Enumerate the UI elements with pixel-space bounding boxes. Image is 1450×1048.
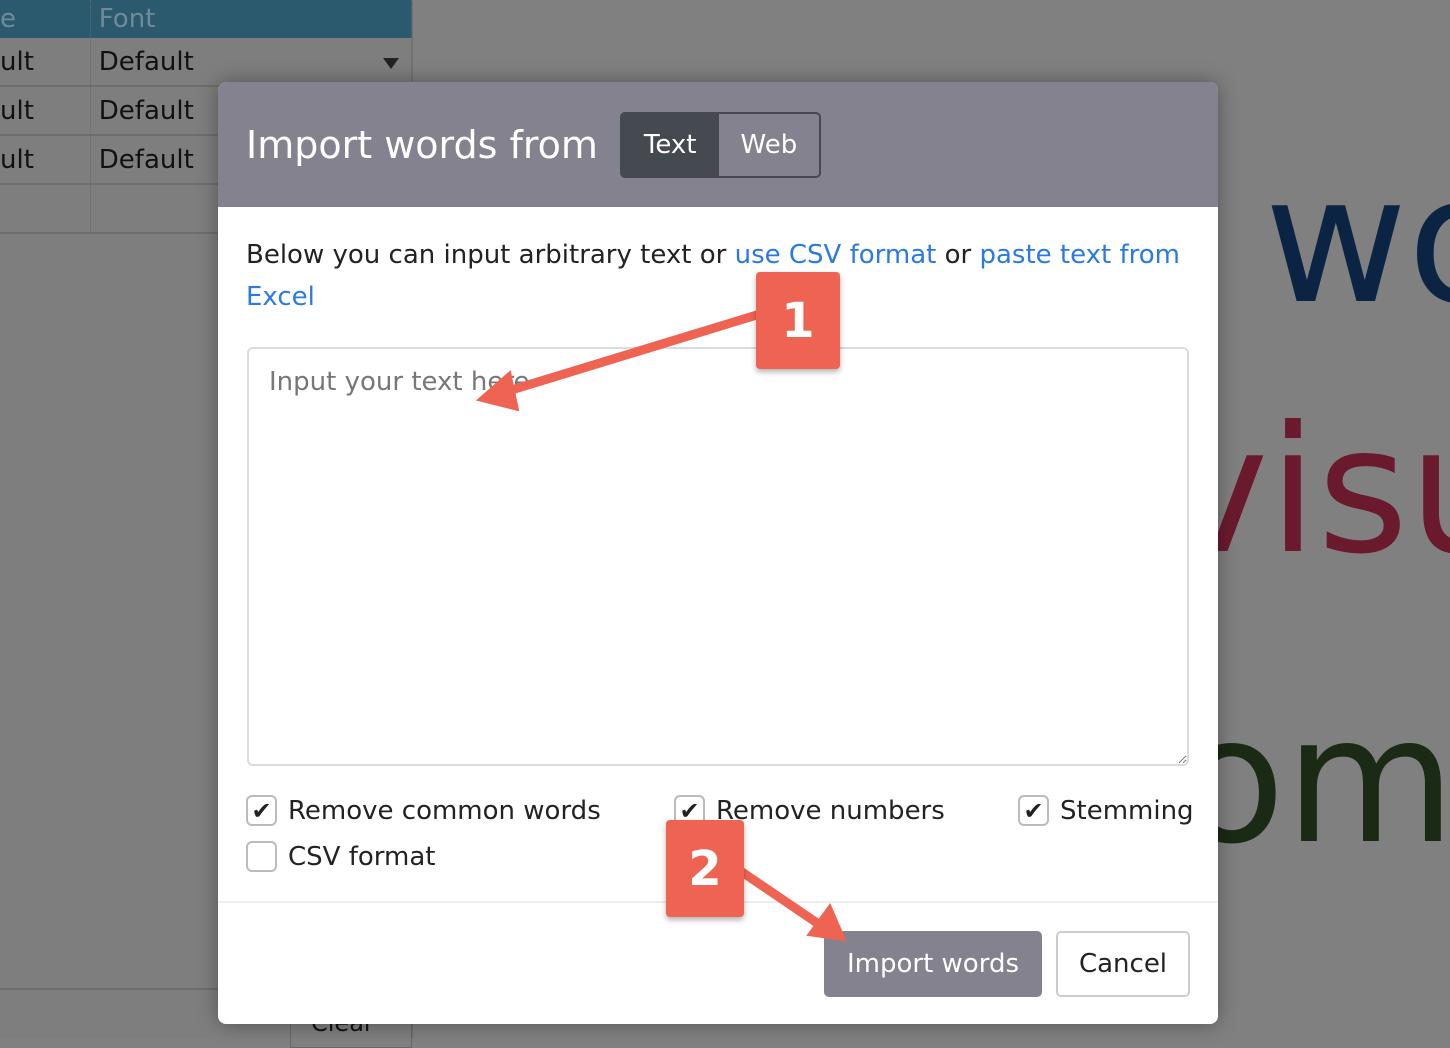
arrow-1-head-icon [475, 370, 520, 412]
annotation-badge-2: 2 [666, 820, 744, 917]
annotation-badge-1: 1 [756, 272, 840, 369]
arrow-2-icon [737, 867, 825, 930]
arrow-1-icon [500, 309, 765, 397]
